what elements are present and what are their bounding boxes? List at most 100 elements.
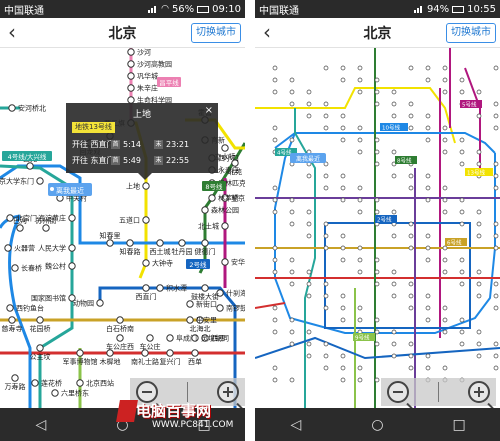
station-marker[interactable] — [476, 233, 482, 239]
station-marker[interactable] — [493, 353, 499, 359]
station-marker[interactable] — [186, 300, 194, 308]
station-marker[interactable] — [306, 293, 312, 299]
station-marker[interactable] — [68, 262, 76, 270]
station-marker[interactable] — [201, 239, 209, 247]
station-marker[interactable] — [323, 65, 329, 71]
station-marker[interactable] — [306, 353, 312, 359]
subway-map[interactable]: 沙河沙河高教园巩华城朱辛庄生命科学园西二旗上地五道口知春路西土城牡丹园健德门北土… — [0, 48, 245, 408]
station-marker[interactable] — [357, 89, 363, 95]
station-marker[interactable] — [425, 65, 431, 71]
station-marker[interactable] — [459, 317, 465, 323]
station-marker[interactable] — [408, 353, 414, 359]
nav-home-icon[interactable]: ○ — [362, 417, 392, 433]
station-marker[interactable] — [323, 113, 329, 119]
station-marker[interactable] — [178, 239, 186, 247]
station-marker[interactable] — [306, 269, 312, 275]
zoom-in-icon[interactable] — [468, 381, 494, 410]
station-marker[interactable] — [459, 77, 465, 83]
station-marker[interactable] — [323, 365, 329, 371]
station-marker[interactable] — [493, 185, 499, 191]
station-marker[interactable] — [476, 269, 482, 275]
station-marker[interactable] — [442, 245, 448, 251]
station-marker[interactable] — [425, 305, 431, 311]
station-marker[interactable] — [493, 65, 499, 71]
station-marker[interactable] — [476, 209, 482, 215]
station-marker[interactable] — [408, 125, 414, 131]
station-marker[interactable] — [476, 329, 482, 335]
station-marker[interactable] — [357, 377, 363, 383]
station-marker[interactable] — [306, 101, 312, 107]
station-marker[interactable] — [374, 77, 380, 83]
station-marker[interactable] — [127, 48, 135, 56]
station-marker[interactable] — [8, 316, 16, 324]
station-marker[interactable] — [425, 293, 431, 299]
station-marker[interactable] — [493, 293, 499, 299]
station-marker[interactable] — [289, 281, 295, 287]
station-marker[interactable] — [36, 344, 44, 352]
station-marker[interactable] — [357, 197, 363, 203]
station-marker[interactable] — [476, 113, 482, 119]
station-marker[interactable] — [323, 353, 329, 359]
you-are-near-marker[interactable]: 离我最近 — [48, 183, 92, 196]
station-marker[interactable] — [442, 257, 448, 263]
station-marker[interactable] — [425, 137, 431, 143]
station-marker[interactable] — [306, 341, 312, 347]
station-marker[interactable] — [340, 293, 346, 299]
nav-back-icon[interactable]: ◁ — [281, 417, 311, 433]
station-marker[interactable] — [476, 353, 482, 359]
station-marker[interactable] — [442, 185, 448, 191]
station-marker[interactable] — [408, 341, 414, 347]
station-marker[interactable] — [391, 209, 397, 215]
station-marker[interactable] — [306, 329, 312, 335]
station-marker[interactable] — [201, 284, 209, 292]
nav-recent-icon[interactable]: □ — [444, 417, 474, 433]
station-marker[interactable] — [68, 214, 76, 222]
station-marker[interactable] — [357, 65, 363, 71]
station-marker[interactable] — [391, 353, 397, 359]
station-marker[interactable] — [306, 281, 312, 287]
station-marker[interactable] — [272, 305, 278, 311]
station-marker[interactable] — [306, 209, 312, 215]
station-marker[interactable] — [216, 304, 224, 312]
station-marker[interactable] — [8, 104, 16, 112]
station-marker[interactable] — [340, 353, 346, 359]
station-marker[interactable] — [323, 125, 329, 131]
station-marker[interactable] — [272, 89, 278, 95]
station-marker[interactable] — [493, 305, 499, 311]
station-marker[interactable] — [340, 185, 346, 191]
station-marker[interactable] — [391, 293, 397, 299]
station-marker[interactable] — [408, 221, 414, 227]
line-13[interactable] — [255, 87, 456, 144]
station-marker[interactable] — [272, 317, 278, 323]
station-marker[interactable] — [306, 221, 312, 227]
station-marker[interactable] — [493, 221, 499, 227]
close-icon[interactable]: × — [205, 105, 213, 116]
station-marker[interactable] — [127, 60, 135, 68]
station-marker[interactable] — [425, 125, 431, 131]
station-marker[interactable] — [442, 197, 448, 203]
station-marker[interactable] — [476, 89, 482, 95]
station-marker[interactable] — [493, 161, 499, 167]
station-marker[interactable] — [289, 197, 295, 203]
station-marker[interactable] — [493, 101, 499, 107]
station-marker[interactable] — [323, 305, 329, 311]
station-marker[interactable] — [323, 233, 329, 239]
station-marker[interactable] — [425, 365, 431, 371]
station-marker[interactable] — [340, 173, 346, 179]
station-marker[interactable] — [493, 233, 499, 239]
station-marker[interactable] — [272, 245, 278, 251]
station-marker[interactable] — [340, 77, 346, 83]
station-marker[interactable] — [323, 293, 329, 299]
station-marker[interactable] — [306, 233, 312, 239]
station-marker[interactable] — [408, 305, 414, 311]
station-marker[interactable] — [340, 233, 346, 239]
station-marker[interactable] — [357, 149, 363, 155]
station-marker[interactable] — [442, 317, 448, 323]
station-marker[interactable] — [391, 233, 397, 239]
station-marker[interactable] — [459, 89, 465, 95]
station-marker[interactable] — [374, 101, 380, 107]
station-marker[interactable] — [425, 245, 431, 251]
station-marker[interactable] — [408, 185, 414, 191]
station-marker[interactable] — [493, 341, 499, 347]
station-marker[interactable] — [425, 233, 431, 239]
